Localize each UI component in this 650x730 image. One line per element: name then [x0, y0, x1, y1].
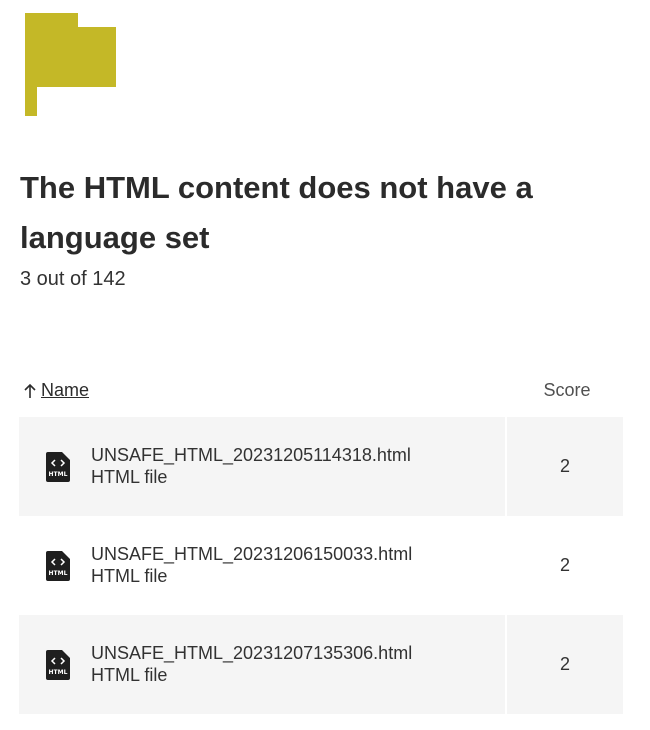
- name-cell: HTML UNSAFE_HTML_20231205114318.html HTM…: [19, 417, 505, 516]
- flag-icon: [25, 13, 116, 116]
- score-cell: 2: [559, 555, 570, 575]
- html-file-icon: HTML: [46, 650, 70, 680]
- page-title: The HTML content does not have a languag…: [20, 170, 533, 255]
- svg-text:HTML: HTML: [49, 570, 68, 577]
- results-table: Name Score HTML UNSAFE_HTML_202312051143…: [19, 364, 623, 714]
- html-file-icon: HTML: [46, 551, 70, 581]
- name-cell: HTML UNSAFE_HTML_20231207135306.html HTM…: [19, 615, 505, 714]
- name-cell: HTML UNSAFE_HTML_20231206150033.html HTM…: [19, 516, 505, 615]
- table-header: Name Score: [19, 364, 623, 417]
- score-cell: 2: [507, 615, 623, 714]
- score-column-header: Score: [543, 380, 591, 400]
- file-type: HTML file: [91, 566, 168, 586]
- table-row[interactable]: HTML UNSAFE_HTML_20231206150033.html HTM…: [19, 516, 623, 615]
- table-row[interactable]: HTML UNSAFE_HTML_20231207135306.html HTM…: [19, 615, 623, 714]
- svg-text:HTML: HTML: [49, 471, 68, 478]
- name-column-header[interactable]: Name: [19, 380, 511, 401]
- file-name: UNSAFE_HTML_20231206150033.html: [91, 544, 413, 564]
- result-count: 3 out of 142: [20, 268, 126, 290]
- file-name: UNSAFE_HTML_20231207135306.html: [91, 643, 413, 663]
- page: The HTML content does not have a languag…: [0, 0, 650, 730]
- svg-text:HTML: HTML: [49, 669, 68, 676]
- table-row[interactable]: HTML UNSAFE_HTML_20231205114318.html HTM…: [19, 417, 623, 516]
- file-type: HTML file: [91, 665, 168, 685]
- name-column-label[interactable]: Name: [41, 380, 89, 401]
- score-cell: 2: [507, 417, 623, 516]
- file-type: HTML file: [91, 467, 168, 487]
- file-name: UNSAFE_HTML_20231205114318.html: [91, 445, 411, 465]
- arrow-up-icon: [24, 383, 36, 398]
- html-file-icon: HTML: [46, 452, 70, 482]
